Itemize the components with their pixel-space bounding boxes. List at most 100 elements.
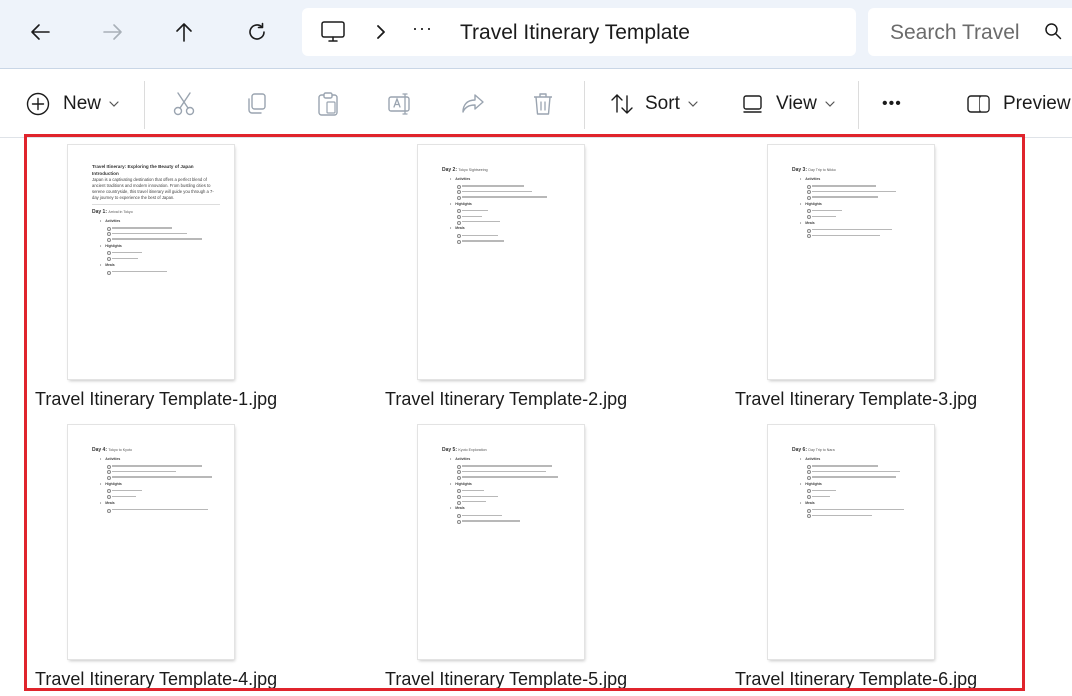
file-name[interactable]: Travel Itinerary Template-2.jpg	[385, 389, 627, 410]
breadcrumb-overflow[interactable]: ···	[412, 18, 433, 39]
file-name[interactable]: Travel Itinerary Template-3.jpg	[735, 389, 977, 410]
day-title: Day 4:	[92, 447, 108, 453]
copy-icon	[248, 93, 266, 114]
file-name[interactable]: Travel Itinerary Template-5.jpg	[385, 669, 627, 690]
file-grid: Travel Itinerary: Exploring the Beauty o…	[0, 138, 1072, 696]
breadcrumb-current-folder[interactable]: Travel Itinerary Template	[460, 21, 690, 45]
section-meals: Meals	[450, 226, 570, 230]
section-highlights: Highlights	[450, 482, 570, 486]
command-bar: New Sort View ••• Preview	[0, 68, 1072, 138]
list-item	[107, 270, 167, 276]
section-activities: Activities	[800, 457, 920, 461]
file-name[interactable]: Travel Itinerary Template-6.jpg	[735, 669, 977, 690]
day-subtitle: Day Trip to Nikko	[808, 168, 836, 172]
section-meals: Meals	[450, 506, 570, 510]
share-button[interactable]	[460, 69, 486, 139]
file-item[interactable]: Day 3: Day Trip to Nikko Activities High…	[735, 145, 1035, 415]
view-button[interactable]: View	[742, 69, 835, 139]
day-heading: Day 2: Tokyo Sightseeing	[442, 167, 570, 173]
list-item	[807, 464, 878, 471]
file-item[interactable]: Day 4: Tokyo to Kyoto Activities Highlig…	[35, 425, 335, 695]
list-item	[457, 513, 502, 520]
list-item	[807, 233, 880, 240]
list-item	[457, 214, 482, 221]
scissors-icon	[173, 92, 195, 116]
sort-icon	[611, 94, 633, 114]
file-item[interactable]: Travel Itinerary: Exploring the Beauty o…	[35, 145, 335, 415]
day-subtitle: Day Trip to Nara	[808, 448, 835, 452]
delete-button[interactable]	[532, 69, 554, 139]
new-label: New	[63, 93, 102, 114]
list-item	[457, 494, 498, 501]
day-subtitle: Arrival in Tokyo	[108, 210, 133, 214]
command-separator	[584, 81, 585, 129]
day-subtitle: Kyoto Exploration	[458, 448, 487, 452]
file-thumbnail[interactable]: Day 4: Tokyo to Kyoto Activities Highlig…	[68, 425, 234, 659]
command-separator	[858, 81, 859, 129]
view-icon	[743, 95, 762, 113]
document-page: Travel Itinerary: Exploring the Beauty o…	[68, 145, 234, 379]
chevron-down-icon	[109, 101, 119, 107]
plus-circle-icon	[26, 92, 50, 116]
day-heading: Day 5: Kyoto Exploration	[442, 447, 570, 453]
file-thumbnail[interactable]: Day 6: Day Trip to Nara Activities Highl…	[768, 425, 934, 659]
copy-button[interactable]	[244, 69, 268, 139]
view-label: View	[776, 93, 817, 114]
sort-button[interactable]: Sort	[610, 69, 698, 139]
new-button[interactable]: New	[26, 69, 119, 139]
file-item[interactable]: Day 5: Kyoto Exploration Activities High…	[385, 425, 685, 695]
document-page: Day 6: Day Trip to Nara Activities Highl…	[768, 425, 934, 659]
preview-label: Preview	[1003, 93, 1071, 114]
file-item[interactable]: Day 2: Tokyo Sightseeing Activities High…	[385, 145, 685, 415]
address-box[interactable]: ··· Travel Itinerary Template	[302, 8, 856, 56]
day-heading: Day 6: Day Trip to Nara	[792, 447, 920, 453]
list-item	[457, 239, 504, 246]
more-options-button[interactable]: •••	[882, 69, 902, 139]
sort-label: Sort	[645, 93, 680, 114]
file-name[interactable]: Travel Itinerary Template-1.jpg	[35, 389, 277, 410]
list-item	[457, 489, 484, 495]
file-item[interactable]: Day 6: Day Trip to Nara Activities Highl…	[735, 425, 1035, 695]
list-item	[457, 233, 498, 240]
document-page: Day 5: Kyoto Exploration Activities High…	[418, 425, 584, 659]
chevron-right-icon[interactable]	[372, 22, 390, 42]
up-button[interactable]	[166, 14, 202, 50]
list-item	[457, 464, 552, 471]
list-item	[807, 494, 830, 501]
search-input[interactable]: Search Travel	[890, 21, 1020, 45]
cut-button[interactable]	[172, 69, 196, 139]
search-box[interactable]: Search Travel	[868, 8, 1072, 56]
list-item	[457, 195, 547, 202]
list-item	[807, 475, 896, 482]
this-pc-icon[interactable]	[320, 20, 346, 44]
day-heading: Day 3: Day Trip to Nikko	[792, 167, 920, 173]
rename-button[interactable]	[387, 69, 413, 139]
section-meals: Meals	[100, 501, 220, 505]
list-item	[107, 237, 202, 244]
list-item	[807, 513, 872, 520]
list-item	[457, 209, 488, 215]
section-highlights: Highlights	[800, 482, 920, 486]
document-page: Day 4: Tokyo to Kyoto Activities Highlig…	[68, 425, 234, 659]
file-thumbnail[interactable]: Day 5: Kyoto Exploration Activities High…	[418, 425, 584, 659]
forward-button[interactable]	[95, 14, 131, 50]
arrow-right-icon	[103, 24, 122, 40]
file-thumbnail[interactable]: Day 2: Tokyo Sightseeing Activities High…	[418, 145, 584, 379]
paste-button[interactable]	[316, 69, 340, 139]
preview-pane-icon	[967, 95, 990, 113]
section-activities: Activities	[100, 457, 220, 461]
day-heading: Day 4: Tokyo to Kyoto	[92, 447, 220, 453]
list-item	[457, 500, 486, 506]
list-item	[457, 475, 558, 482]
back-button[interactable]	[22, 14, 58, 50]
document-page: Day 2: Tokyo Sightseeing Activities High…	[418, 145, 584, 379]
day-heading: Day 1: Arrival in Tokyo	[92, 209, 220, 215]
file-name[interactable]: Travel Itinerary Template-4.jpg	[35, 669, 277, 690]
preview-pane-button[interactable]: Preview	[966, 69, 1071, 139]
file-thumbnail[interactable]: Day 3: Day Trip to Nikko Activities High…	[768, 145, 934, 379]
file-thumbnail[interactable]: Travel Itinerary: Exploring the Beauty o…	[68, 145, 234, 379]
list-item	[807, 489, 836, 495]
chevron-down-icon	[825, 101, 835, 107]
section-highlights: Highlights	[800, 202, 920, 206]
refresh-button[interactable]	[239, 14, 275, 50]
